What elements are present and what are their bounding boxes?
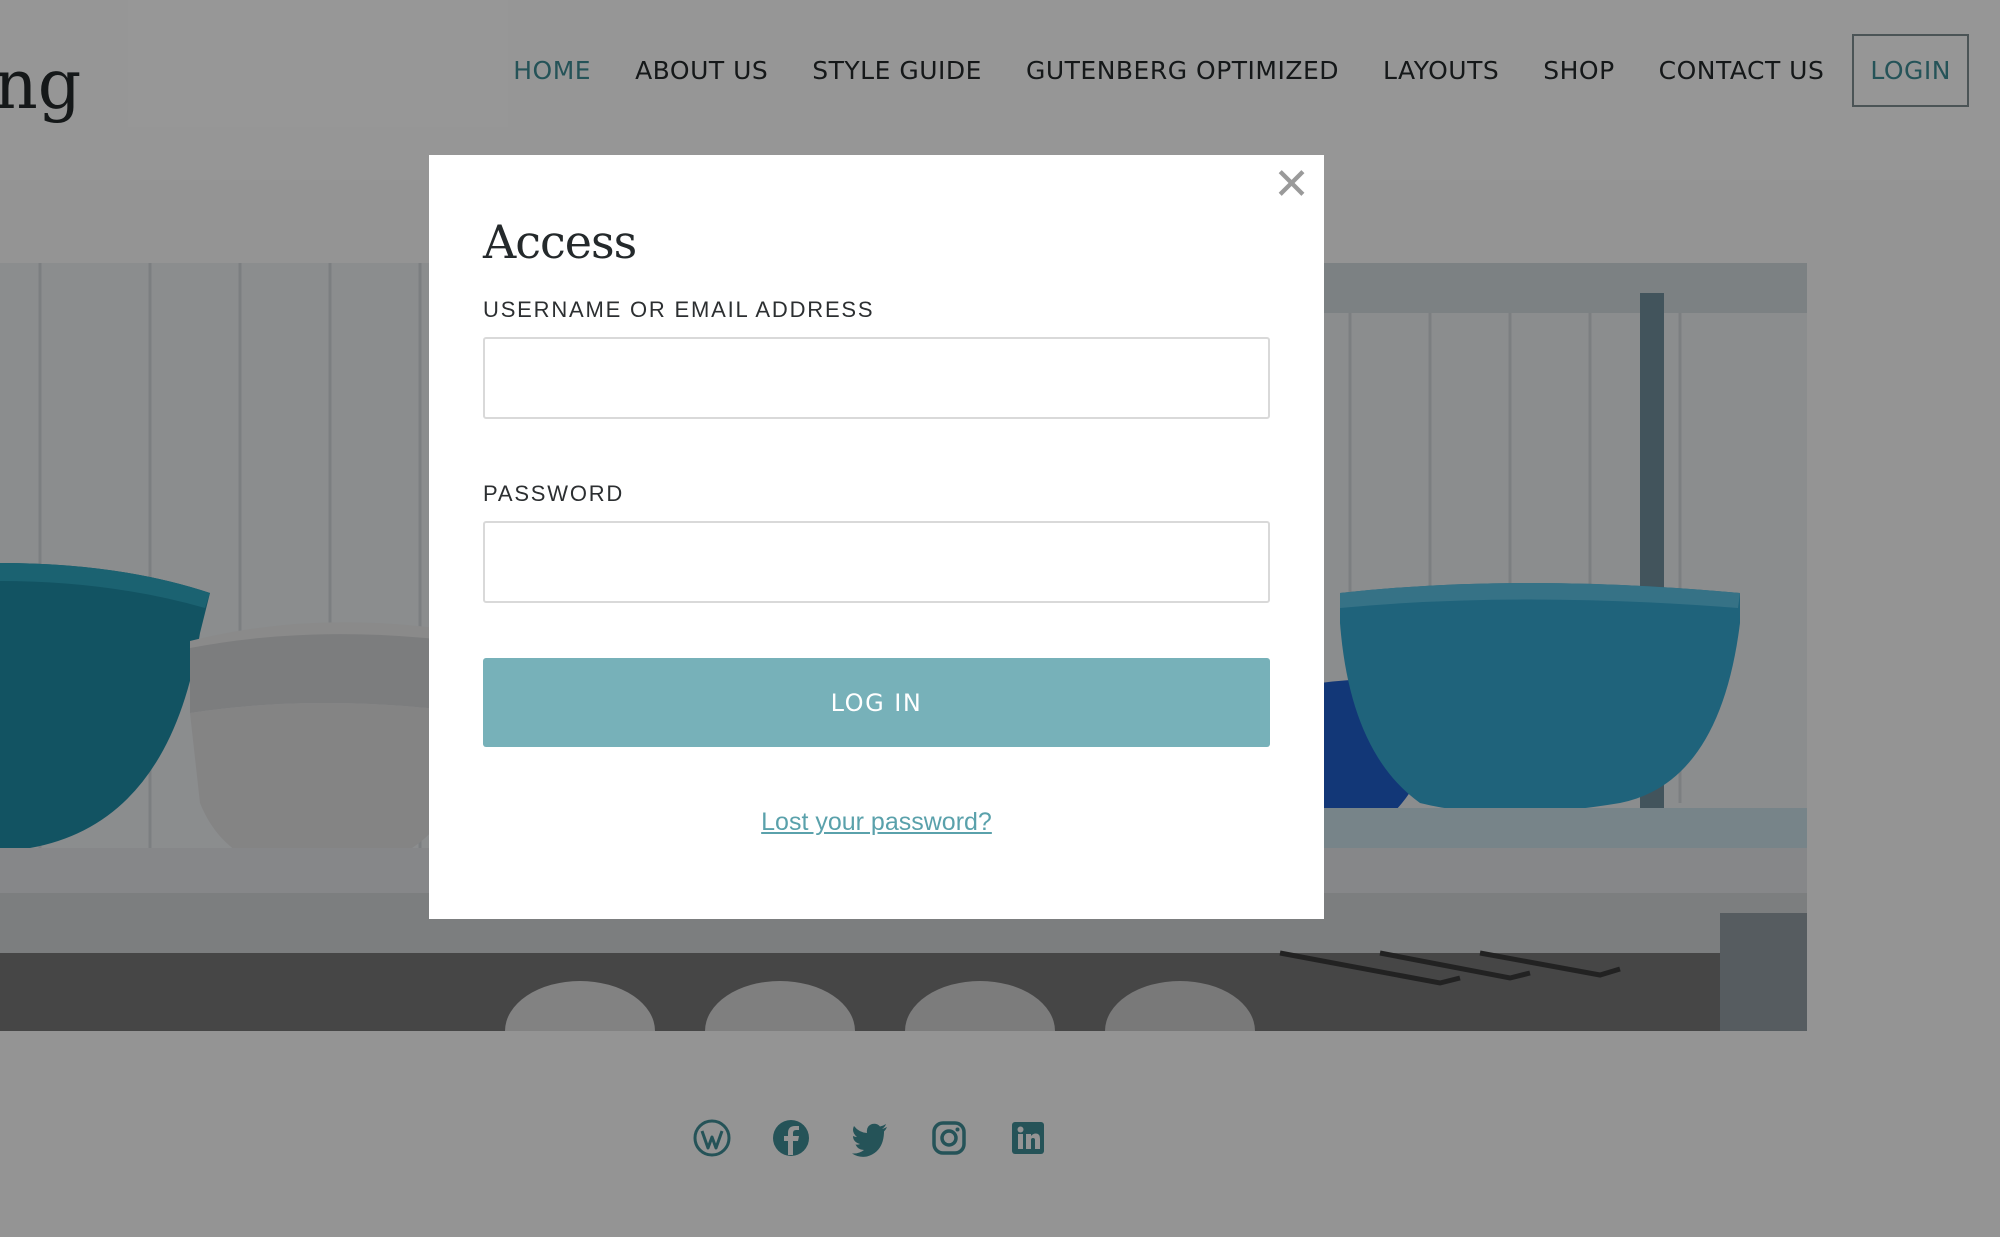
login-modal: ✕ Access USERNAME OR EMAIL ADDRESS PASSW…: [429, 155, 1324, 919]
page: ng HOME ABOUT US STYLE GUIDE GUTENBERG O…: [0, 0, 2000, 1237]
lost-password-link[interactable]: Lost your password?: [429, 808, 1324, 837]
username-input[interactable]: [483, 337, 1270, 419]
password-label: PASSWORD: [483, 481, 625, 506]
log-in-button[interactable]: LOG IN: [483, 658, 1270, 747]
username-label: USERNAME OR EMAIL ADDRESS: [483, 297, 875, 322]
modal-title: Access: [483, 215, 637, 269]
password-input[interactable]: [483, 521, 1270, 603]
close-icon[interactable]: ✕: [1273, 163, 1310, 207]
